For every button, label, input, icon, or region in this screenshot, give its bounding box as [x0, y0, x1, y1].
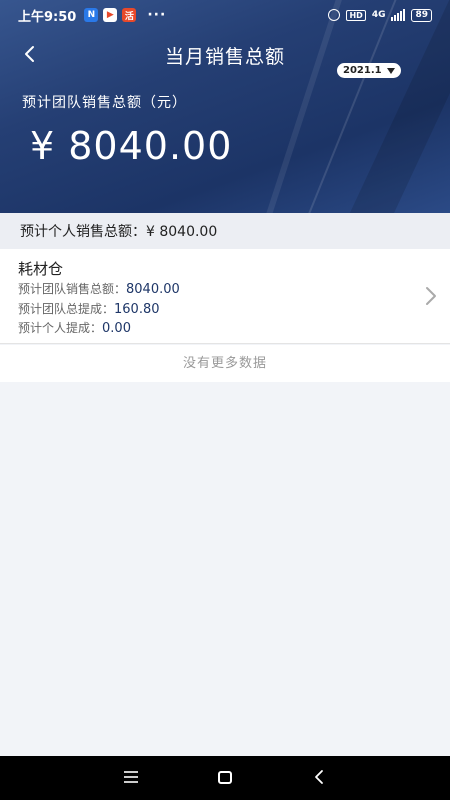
summary-header: 上午9:50 N ▶ 活 ··· HD 4G 89 当月销售总额 2021.1 … [0, 0, 450, 213]
personal-sales-text: 预计个人销售总额：¥ 8040.00 [20, 224, 218, 240]
video-app-icon: ▶ [103, 8, 118, 22]
chevron-right-icon[interactable] [422, 285, 440, 307]
personal-commission-value: 0.00 [102, 321, 131, 336]
home-icon[interactable] [218, 771, 232, 784]
personal-commission-row: 预计个人提成：0.00 [18, 319, 131, 336]
no-more-data: 没有更多数据 [0, 345, 450, 382]
nav-back-icon[interactable] [312, 769, 326, 785]
personal-commission-label: 预计个人提成： [18, 321, 103, 335]
alarm-icon [328, 9, 341, 21]
status-time: 上午9:50 [18, 9, 77, 25]
header-decoration [259, 0, 347, 213]
warehouse-name: 耗材仓 [18, 260, 64, 278]
team-sales-amount: ¥ 8040.00 [30, 124, 233, 168]
team-commission-value: 160.80 [114, 302, 160, 317]
signal-icon [391, 9, 406, 21]
menu-icon[interactable] [124, 771, 138, 783]
battery-icon: 89 [411, 8, 432, 22]
network-type: 4G [371, 10, 386, 20]
month-value: 2021.1 [343, 65, 382, 76]
dropdown-triangle-icon [386, 67, 395, 74]
month-selector[interactable]: 2021.1 [337, 63, 401, 78]
personal-sales-bar: 预计个人销售总额：¥ 8040.00 [0, 213, 450, 249]
hd-icon: HD [346, 9, 366, 21]
team-sales-row-label: 预计团队销售总额： [18, 282, 127, 296]
system-nav-bar [0, 756, 450, 800]
more-notifications-icon: ··· [147, 7, 167, 23]
team-commission-label: 预计团队总提成： [18, 302, 115, 316]
team-sales-label: 预计团队销售总额（元） [22, 95, 187, 111]
header-decoration [342, 0, 450, 213]
status-bar: 上午9:50 N ▶ 活 ··· HD 4G 89 [0, 0, 450, 30]
list-item[interactable]: 耗材仓 预计团队销售总额：8040.00 预计团队总提成：160.80 预计个人… [0, 249, 450, 344]
n-app-icon: N [84, 8, 99, 22]
team-sales-row: 预计团队销售总额：8040.00 [18, 280, 180, 297]
team-commission-row: 预计团队总提成：160.80 [18, 300, 160, 317]
team-sales-row-value: 8040.00 [126, 282, 180, 297]
red-app-icon: 活 [122, 8, 137, 22]
